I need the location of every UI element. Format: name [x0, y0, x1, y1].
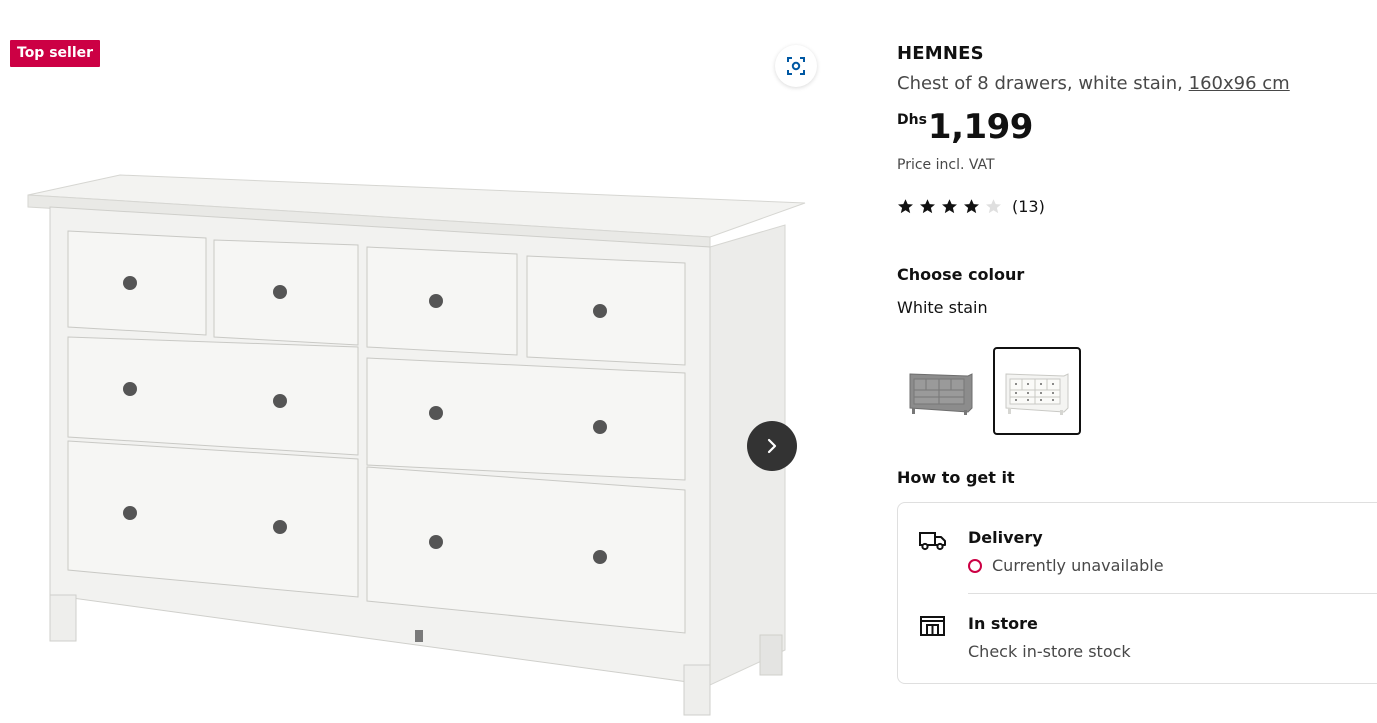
delivery-status: Currently unavailable	[968, 555, 1164, 577]
star-filled-icon	[942, 199, 957, 214]
product-description: Chest of 8 drawers, white stain, 160x96 …	[897, 71, 1290, 97]
product-rating[interactable]: (13)	[897, 197, 1045, 216]
product-price: Dhs 1,199	[897, 106, 1033, 148]
swatch-grey[interactable]	[897, 347, 985, 435]
top-seller-badge: Top seller	[10, 40, 101, 67]
star-filled-icon	[964, 199, 979, 214]
next-image-button[interactable]	[747, 421, 797, 471]
star-filled-icon	[898, 199, 913, 214]
grey-chest-thumbnail	[909, 373, 973, 415]
delivery-option[interactable]: Delivery Currently unavailable	[918, 527, 1377, 577]
product-description-text: Chest of 8 drawers, white stain,	[897, 73, 1189, 94]
price-amount: 1,199	[927, 107, 1034, 147]
product-name: HEMNES	[897, 43, 984, 64]
delivery-text: Delivery Currently unavailable	[968, 527, 1164, 577]
star-empty-icon	[986, 199, 1001, 214]
availability-box: Delivery Currently unavailable In store	[897, 502, 1377, 684]
white-chest-thumbnail	[1005, 373, 1069, 415]
choose-colour-title: Choose colour	[897, 265, 1025, 284]
product-image[interactable]	[20, 165, 820, 720]
store-icon	[920, 616, 945, 636]
price-currency: Dhs	[897, 112, 927, 128]
product-page: Top seller HEMNES Chest of 8 drawers, wh…	[0, 0, 1377, 723]
swatch-white-stain[interactable]	[993, 347, 1081, 435]
how-to-get-it-title: How to get it	[897, 468, 1015, 487]
product-size-link[interactable]: 160x96 cm	[1189, 73, 1290, 94]
status-unavailable-icon	[968, 559, 982, 573]
in-store-text: In store Check in-store stock	[968, 613, 1131, 663]
star-filled-icon	[920, 199, 935, 214]
delivery-status-text: Currently unavailable	[992, 556, 1164, 575]
vat-note: Price incl. VAT	[897, 157, 995, 173]
availability-divider	[968, 593, 1377, 594]
delivery-title: Delivery	[968, 528, 1043, 547]
chevron-right-icon	[767, 438, 777, 454]
in-store-title: In store	[968, 614, 1038, 633]
in-store-status: Check in-store stock	[968, 642, 1131, 661]
delivery-truck-icon	[919, 532, 946, 551]
scan-focus-icon	[787, 57, 805, 75]
rating-stars	[897, 198, 1002, 215]
in-store-option[interactable]: In store Check in-store stock	[918, 613, 1377, 663]
product-gallery: Top seller	[0, 0, 830, 723]
selected-colour: White stain	[897, 298, 988, 317]
colour-swatches	[897, 347, 1081, 435]
rating-count: (13)	[1012, 197, 1045, 216]
product-info: HEMNES Chest of 8 drawers, white stain, …	[897, 0, 1377, 723]
scan-icon-button[interactable]	[775, 45, 817, 87]
